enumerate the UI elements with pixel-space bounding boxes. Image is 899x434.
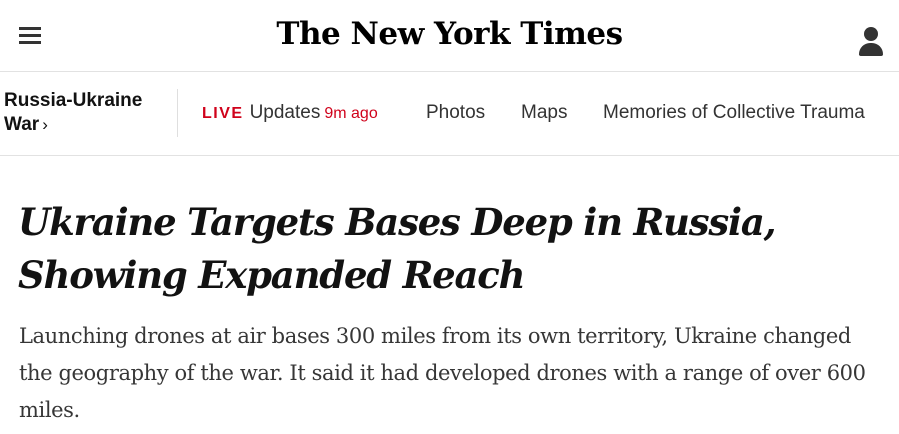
section-nav: Russia-Ukraine War › LIVE Updates 9m ago Ph… [0,72,899,156]
user-icon-head [864,27,878,41]
article-headline[interactable]: Ukraine Targets Bases Deep in Russia, Sh… [18,196,888,302]
masthead: The New York Times [0,0,899,72]
nav-item-photos[interactable]: Photos [426,100,485,126]
section-label-line2: War [4,114,40,135]
live-updates-label: Updates [249,102,321,123]
nav-item-maps[interactable]: Maps [521,100,567,126]
article-summary: Launching drones at air bases 300 miles … [19,324,866,422]
chevron-right-icon: › [42,115,48,134]
user-icon-body [859,43,883,56]
section-label-line1: Russia-Ukraine [4,90,143,111]
live-badge: LIVE [202,105,244,122]
section-link-russia-ukraine-war[interactable]: Russia-Ukraine War › [4,89,169,137]
user-account-icon[interactable] [858,27,884,57]
nav-item-live-updates[interactable]: LIVE Updates 9m ago [202,100,378,127]
nyt-logo[interactable]: The New York Times [0,14,899,54]
live-timestamp: 9m ago [324,105,378,122]
nav-divider [177,89,178,137]
nav-item-memories-of-collective-trauma[interactable]: Memories of Collective Trauma [603,100,865,126]
